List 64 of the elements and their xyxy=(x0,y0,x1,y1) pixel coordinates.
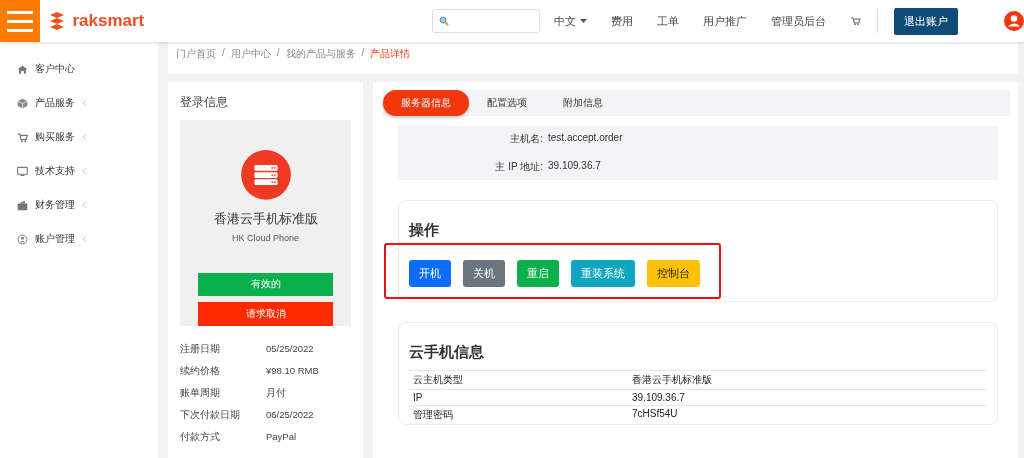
sidebar-item[interactable]: 技术支持 xyxy=(35,164,75,178)
detail-value: ¥98.10 RMB xyxy=(266,365,320,378)
nav-link[interactable]: 用户推广 xyxy=(703,13,747,29)
sidebar-item[interactable]: 购买服务 xyxy=(35,130,75,144)
tab[interactable]: 配置选项 xyxy=(469,90,545,116)
tab[interactable]: 服务器信息 xyxy=(383,90,469,116)
search-field[interactable] xyxy=(432,9,540,33)
nav-link[interactable]: 工单 xyxy=(657,13,679,29)
breadcrumb-separator: / xyxy=(276,47,280,58)
status-badge: 有效的 xyxy=(198,272,333,296)
user-icon xyxy=(17,233,28,245)
monitor-icon xyxy=(17,165,28,177)
detail-label: 账单周期 xyxy=(180,387,221,400)
info-value: 39.109.36.7 xyxy=(548,160,602,173)
detail-label: 续约价格 xyxy=(180,365,221,378)
product-name: 香港云手机标准版 xyxy=(213,209,318,228)
breadcrumb-link[interactable]: 门户首页 xyxy=(176,47,216,61)
section-title: 云手机信息 xyxy=(409,343,485,362)
section-title: 操作 xyxy=(409,221,440,240)
detail-value: 05/25/2022 xyxy=(266,343,315,356)
wallet-icon xyxy=(17,199,28,211)
home-icon xyxy=(17,63,28,75)
logout-button[interactable]: 退出账户 xyxy=(894,7,958,35)
sidebar-item[interactable]: 客户中心 xyxy=(35,62,75,76)
breadcrumb-link[interactable]: 我的产品与服务 xyxy=(285,47,356,61)
sidebar-item[interactable]: 账户管理 xyxy=(35,232,75,246)
table-cell-text: 云主机类型 xyxy=(413,373,464,387)
cart-icon[interactable] xyxy=(850,16,861,26)
table-cell-text: 7cHSf54U xyxy=(632,408,679,421)
brand-name[interactable]: raksmart xyxy=(72,11,145,31)
cancel-button[interactable]: 请求取消 xyxy=(198,301,333,326)
detail-label: 注册日期 xyxy=(180,343,221,356)
table-cell-text: 管理密码 xyxy=(413,408,454,422)
detail-value: PayPal xyxy=(266,431,298,444)
detail-value: 月付 xyxy=(266,387,287,400)
action-button[interactable]: 关机 xyxy=(463,260,505,287)
caret-icon xyxy=(580,19,587,23)
box-icon xyxy=(17,97,28,109)
table-cell-text: 39.109.36.7 xyxy=(632,392,686,403)
menu-button[interactable] xyxy=(0,0,41,42)
breadcrumb-separator: / xyxy=(222,47,225,58)
sidebar-item[interactable]: 产品服务 xyxy=(35,96,75,110)
breadcrumb-separator: / xyxy=(361,47,365,58)
action-button[interactable]: 控制台 xyxy=(647,260,700,287)
info-label: 主 IP 地址: xyxy=(494,160,544,174)
action-button[interactable]: 开机 xyxy=(409,260,451,287)
tab[interactable]: 附加信息 xyxy=(545,90,621,116)
table-cell-text: 香港云手机标准版 xyxy=(632,373,713,387)
nav-link[interactable]: 管理员后台 xyxy=(771,13,826,29)
breadcrumb-link[interactable]: 用户中心 xyxy=(230,47,271,61)
table-cell-text: IP xyxy=(413,392,424,403)
card-title: 登录信息 xyxy=(180,94,229,111)
search-icon xyxy=(439,16,450,26)
product-subtitle: HK Cloud Phone xyxy=(231,232,299,243)
info-label: 主机名: xyxy=(509,132,544,146)
detail-label: 付款方式 xyxy=(180,431,221,444)
sidebar-item[interactable]: 财务管理 xyxy=(35,198,75,212)
detail-label: 下次付款日期 xyxy=(180,409,241,422)
nav-link[interactable]: 费用 xyxy=(611,13,633,29)
avatar-icon[interactable] xyxy=(1004,11,1024,31)
cart-icon xyxy=(17,131,28,143)
language-menu[interactable]: 中文 xyxy=(554,13,587,29)
detail-value: 06/25/2022 xyxy=(266,409,315,422)
info-value: test.accept.order xyxy=(548,132,624,145)
